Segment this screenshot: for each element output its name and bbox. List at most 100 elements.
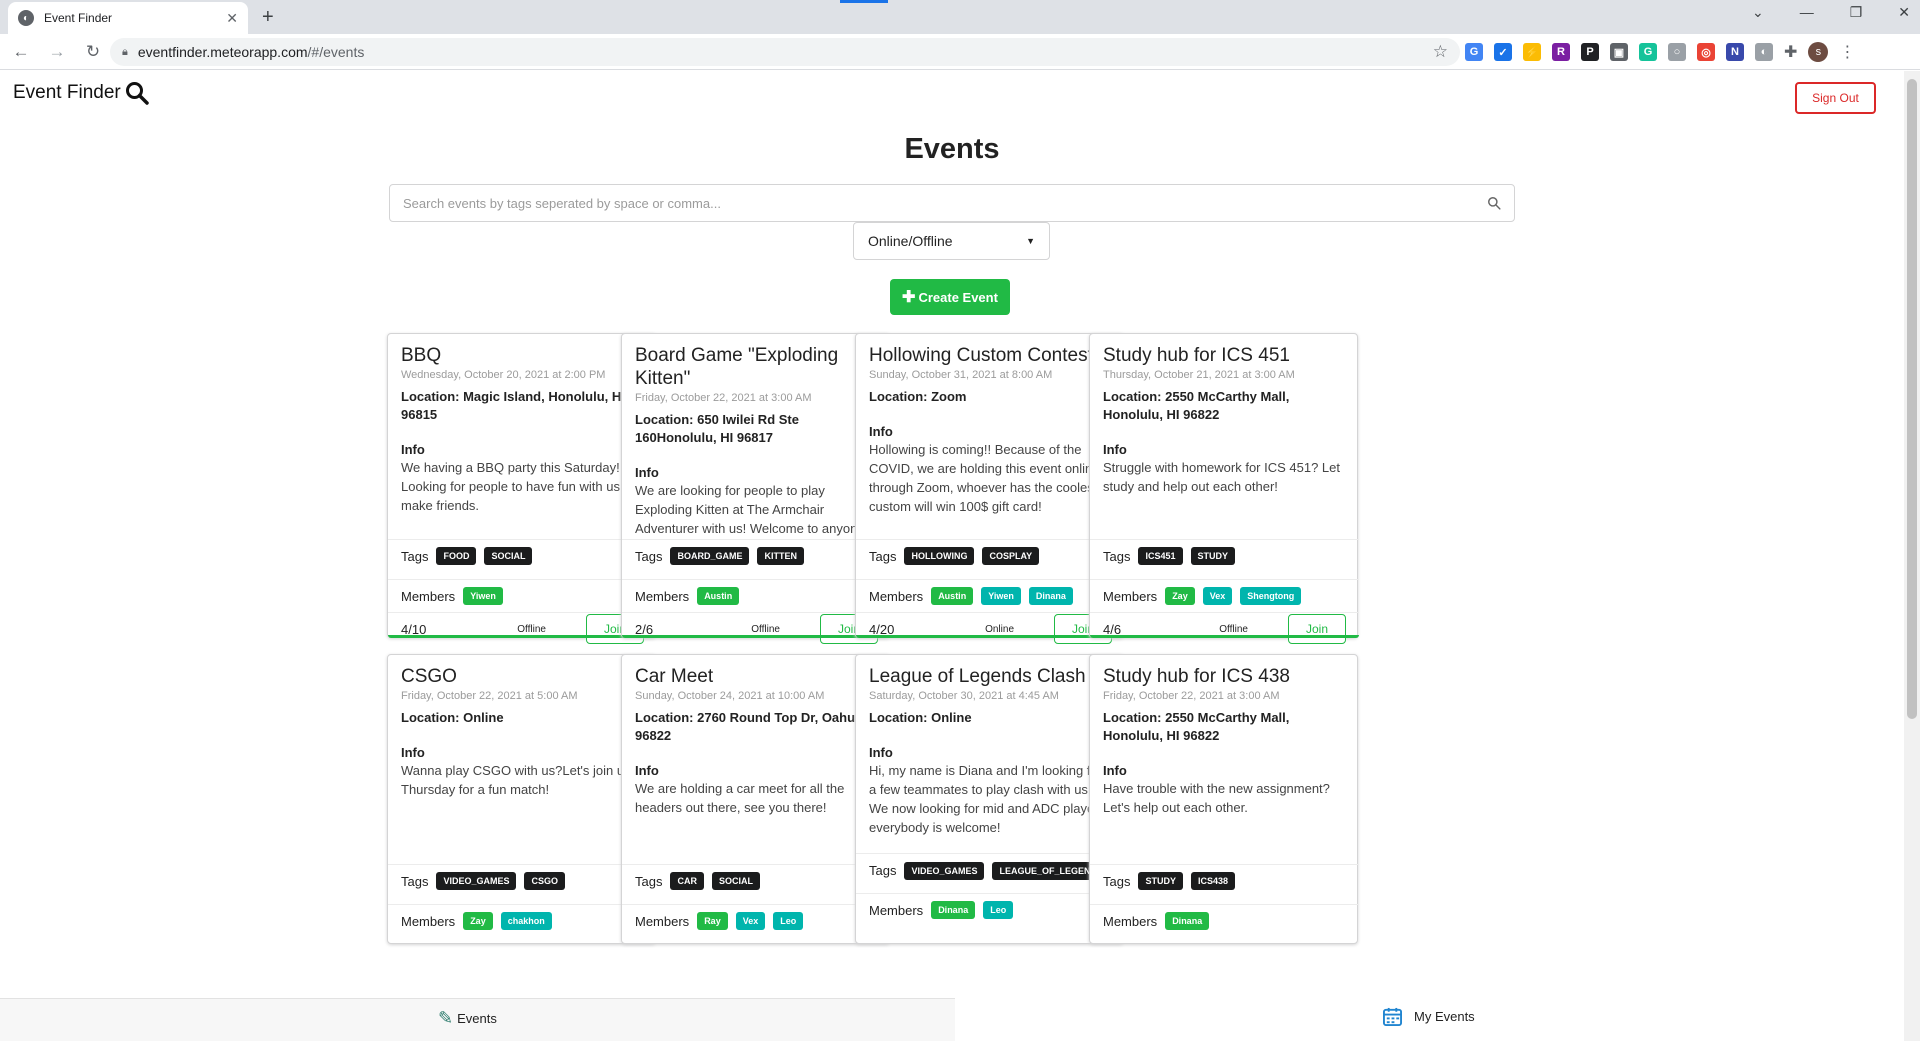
new-tab-icon[interactable]: +	[262, 6, 274, 29]
search-icon[interactable]	[1487, 196, 1501, 210]
browser-tab[interactable]: ◐ Event Finder ✕	[8, 2, 248, 34]
lock-icon[interactable]: 🔒︎	[122, 46, 128, 59]
n-ext-icon[interactable]: N	[1726, 43, 1744, 61]
tags-label: Tags	[401, 873, 429, 889]
browser-tab-strip: ◐ Event Finder ✕ + ⌄ — ❐ ✕	[0, 0, 1920, 34]
screenshot-ext-icon[interactable]: ◎	[1697, 43, 1715, 61]
close-tab-icon[interactable]: ✕	[226, 10, 238, 27]
tag-label[interactable]: STUDY	[1138, 872, 1183, 890]
event-location: Location: 2550 McCarthy Mall, Honolulu, …	[1103, 710, 1290, 743]
event-mode: Offline	[1219, 623, 1248, 635]
calendar-icon	[1383, 1007, 1402, 1026]
lightning-ext-icon[interactable]: ⚡	[1523, 43, 1541, 61]
tag-label[interactable]: CSGO	[524, 872, 565, 890]
p-ext-icon[interactable]: P	[1581, 43, 1599, 61]
event-info: Have trouble with the new assignment? Le…	[1103, 781, 1330, 815]
tags-row: Tags VIDEO_GAMES CSGO	[388, 864, 657, 897]
translate-ext-icon[interactable]: G	[1465, 43, 1483, 61]
event-card: Car Meet Sunday, October 24, 2021 at 10:…	[621, 654, 891, 944]
event-date: Thursday, October 21, 2021 at 3:00 AM	[1103, 369, 1295, 381]
tag-label[interactable]: COSPLAY	[982, 547, 1040, 565]
bottom-menu-my-events[interactable]: My Events	[1383, 1007, 1475, 1026]
members-row: Members Austin Yiwen Dinana	[856, 579, 1125, 612]
browser-menu-icon[interactable]: ⋮	[1839, 42, 1855, 62]
tag-label[interactable]: STUDY	[1190, 547, 1236, 565]
card-footer: 4/6 Offline Join	[1090, 612, 1359, 645]
tag-label[interactable]: LEAGUE_OF_LEGEND	[992, 861, 1104, 880]
event-date: Friday, October 22, 2021 at 5:00 AM	[401, 690, 578, 702]
member-label: Ray	[697, 912, 728, 930]
create-event-label: Create Event	[918, 289, 998, 305]
scroll-thumb[interactable]	[1907, 79, 1917, 719]
grammarly-ext-icon[interactable]: G	[1639, 43, 1657, 61]
minimize-icon[interactable]: —	[1800, 4, 1814, 21]
event-date: Sunday, October 24, 2021 at 10:00 AM	[635, 690, 825, 702]
tag-label[interactable]: FOOD	[436, 547, 477, 565]
tags-row: Tags HOLLOWING COSPLAY	[856, 539, 1125, 572]
tags-label: Tags	[1103, 548, 1131, 564]
tag-label[interactable]: SOCIAL	[711, 872, 760, 890]
tag-label[interactable]: SOCIAL	[484, 547, 533, 565]
member-label: Austin	[697, 587, 740, 605]
tag-label[interactable]: VIDEO_GAMES	[436, 872, 517, 890]
event-date: Sunday, October 31, 2021 at 8:00 AM	[869, 369, 1053, 381]
plus-icon: ✚	[902, 289, 916, 306]
badge-ext-icon[interactable]: ○	[1668, 43, 1686, 61]
image-ext-icon[interactable]: ▣	[1610, 43, 1628, 61]
close-window-icon[interactable]: ✕	[1898, 4, 1910, 21]
tab-list-chevron-icon[interactable]: ⌄	[1752, 4, 1764, 21]
reload-icon[interactable]: ↻	[78, 42, 108, 62]
event-mode: Offline	[751, 623, 780, 635]
tag-label[interactable]: BOARD_GAME	[670, 547, 750, 565]
card-footer: 4/20 Online Join	[856, 612, 1125, 645]
members-row: Members Dinana Leo	[856, 893, 1125, 926]
member-label: Yiwen	[981, 587, 1021, 605]
create-event-button[interactable]: ✚ Create Event	[890, 279, 1010, 315]
tag-label[interactable]: VIDEO_GAMES	[904, 861, 985, 880]
event-location: Location: Online	[869, 710, 972, 725]
sign-out-button[interactable]: Sign Out	[1795, 82, 1876, 114]
bottom-menu-events[interactable]: ✎ Events	[438, 1008, 497, 1029]
event-location: Location: 2760 Round Top Dr, Oahu, HI 96…	[635, 710, 876, 743]
tag-search-field[interactable]	[389, 184, 1515, 222]
check-ext-icon[interactable]: ✓	[1494, 43, 1512, 61]
tags-label: Tags	[635, 873, 663, 889]
bottom-menu: ✎ Events	[0, 998, 955, 1041]
tag-label[interactable]: KITTEN	[757, 547, 804, 565]
event-mode: Online	[985, 623, 1014, 635]
caret-down-icon: ▼	[1026, 236, 1035, 246]
online-offline-dropdown[interactable]: Online/Offline ▼	[853, 222, 1050, 260]
globe-ext-icon[interactable]: ◐	[1755, 43, 1773, 61]
info-heading: Info	[1103, 442, 1127, 457]
restore-icon[interactable]: ❐	[1850, 4, 1863, 21]
page-scrollbar[interactable]	[1904, 71, 1920, 1041]
event-title: CSGO	[401, 666, 457, 687]
tags-row: Tags BOARD_GAME KITTEN	[622, 539, 891, 572]
tag-label[interactable]: ICS438	[1190, 872, 1236, 890]
event-info: We are looking for people to play Explod…	[635, 483, 869, 536]
card-footer: 4/10 Offline Join	[388, 612, 657, 645]
profile-avatar[interactable]: s	[1808, 42, 1829, 62]
extensions-puzzle-icon[interactable]: ✚	[1784, 42, 1797, 62]
members-row: Members Austin	[622, 579, 891, 612]
page-content: Event Finder Sign Out Events Online/Offl…	[0, 71, 1920, 1041]
tag-label[interactable]: CAR	[670, 872, 704, 890]
tag-label[interactable]: HOLLOWING	[904, 547, 975, 565]
pencil-icon: ✎	[438, 1008, 454, 1028]
bookmark-star-icon[interactable]: ☆	[1433, 42, 1448, 62]
event-title: Car Meet	[635, 666, 714, 687]
member-label: Zay	[463, 912, 493, 930]
tags-row: Tags ICS451 STUDY	[1090, 539, 1359, 572]
r-ext-icon[interactable]: R	[1552, 43, 1570, 61]
search-input[interactable]	[403, 195, 1487, 211]
event-card: BBQ Wednesday, October 20, 2021 at 2:00 …	[387, 333, 657, 644]
forward-icon[interactable]: →	[42, 42, 72, 62]
tag-label[interactable]: ICS451	[1138, 547, 1183, 565]
event-date: Wednesday, October 20, 2021 at 2:00 PM	[401, 369, 606, 381]
join-button[interactable]: Join	[1288, 614, 1346, 644]
tags-row: Tags FOOD SOCIAL	[388, 539, 657, 572]
back-icon[interactable]: ←	[6, 42, 36, 62]
member-label: Austin	[931, 587, 974, 605]
address-bar[interactable]: 🔒︎ eventfinder.meteorapp.com/#/events ☆	[110, 38, 1460, 66]
brand[interactable]: Event Finder	[13, 81, 149, 105]
